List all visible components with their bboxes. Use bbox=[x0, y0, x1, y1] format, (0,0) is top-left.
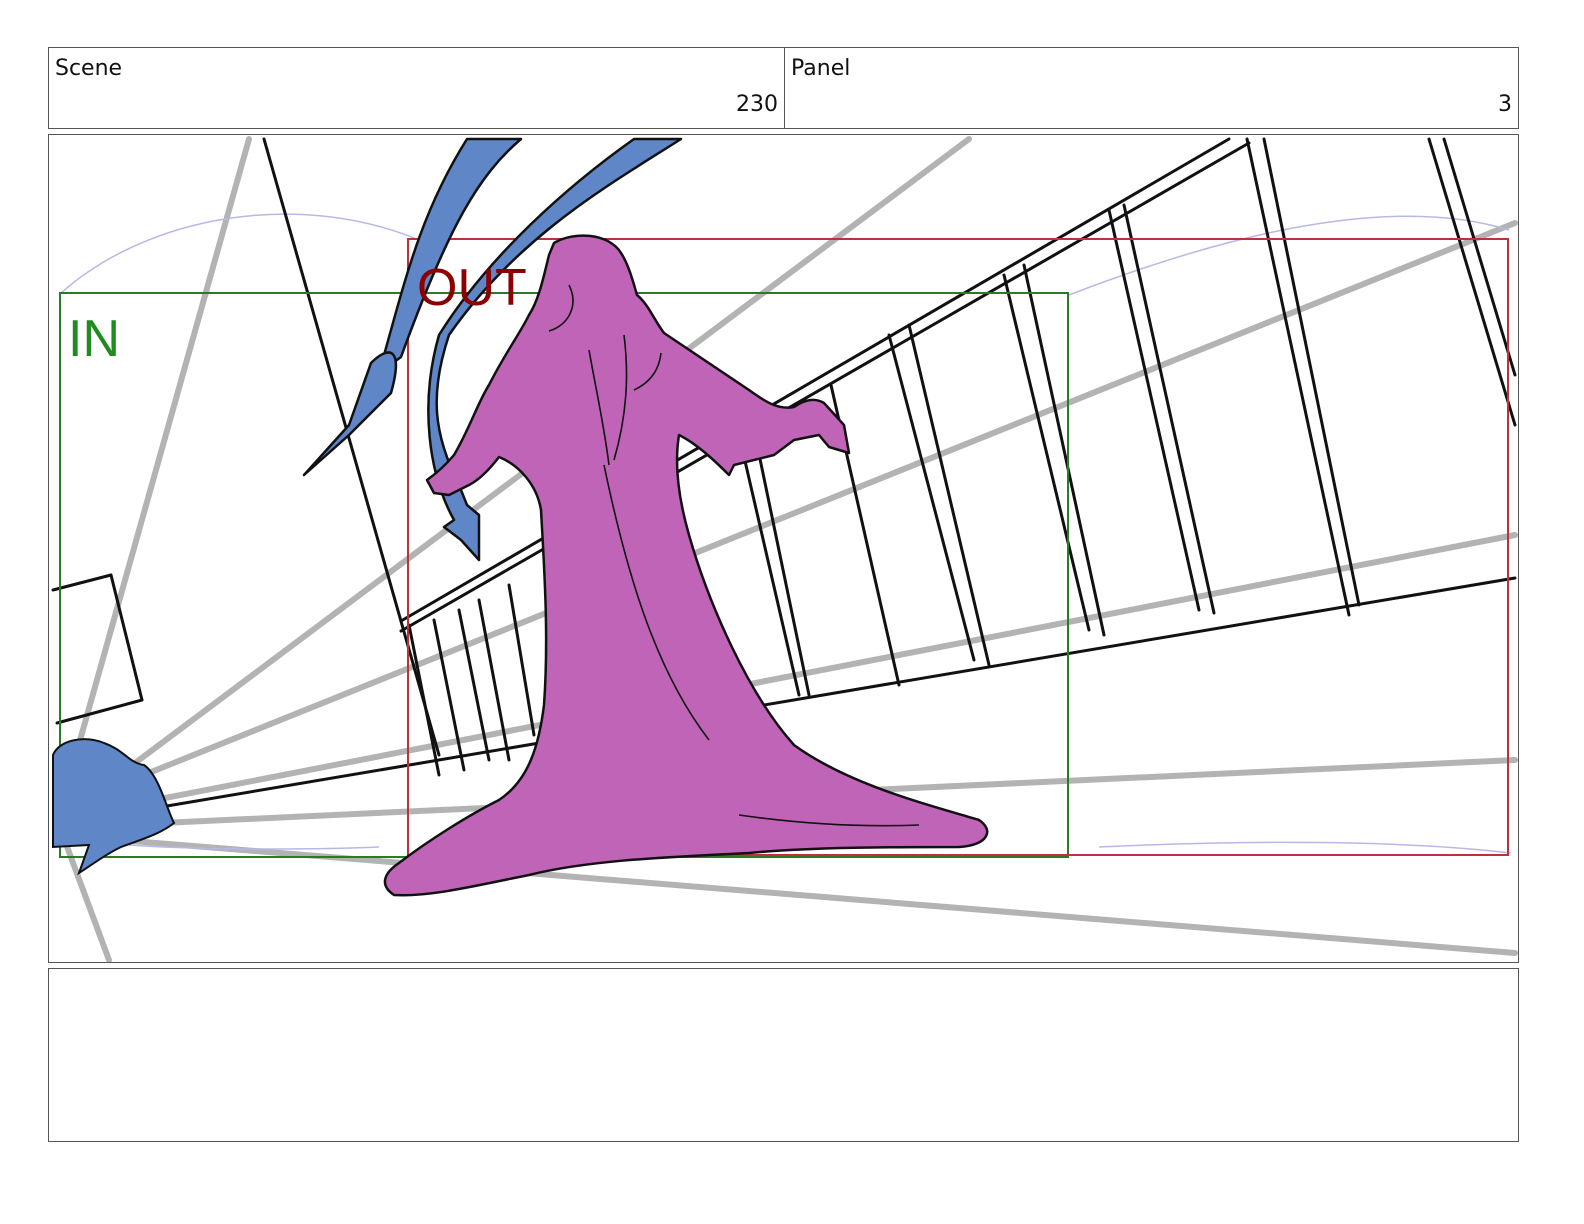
scene-number[interactable]: 230 bbox=[736, 92, 778, 117]
storyboard-drawing: IN OUT bbox=[51, 136, 1518, 962]
panel-header: Scene 230 Panel 3 bbox=[48, 47, 1519, 129]
out-label: OUT bbox=[417, 259, 527, 317]
in-label: IN bbox=[68, 310, 120, 368]
storyboard-frame[interactable]: IN OUT bbox=[48, 134, 1519, 963]
panel-cell: Panel 3 bbox=[785, 48, 1518, 128]
panel-label: Panel bbox=[791, 56, 851, 81]
cloaked-figure bbox=[383, 234, 989, 897]
notes-box[interactable] bbox=[48, 968, 1519, 1142]
panel-number[interactable]: 3 bbox=[1498, 92, 1512, 117]
scene-label: Scene bbox=[55, 56, 123, 81]
scene-cell: Scene 230 bbox=[49, 48, 785, 128]
